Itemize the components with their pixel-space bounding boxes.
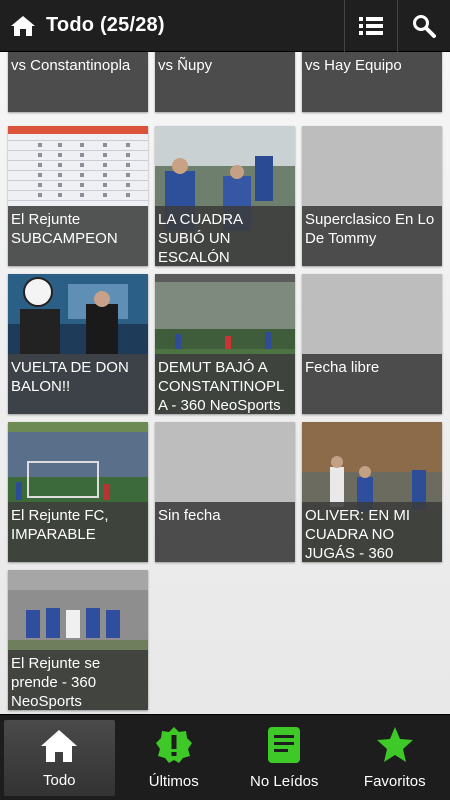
tab-label: Todo	[42, 771, 76, 789]
article-tile[interactable]: Superclasico En Lo De Tommy	[302, 126, 442, 266]
article-tile[interactable]: LA CUADRA SUBIÓ UN ESCALÓN	[155, 126, 295, 266]
list-view-button[interactable]	[344, 0, 397, 52]
article-title: OLIVER: EN MI CUADRA NO JUGÁS - 360	[302, 502, 442, 562]
article-title: LA CUADRA SUBIÓ UN ESCALÓN	[155, 206, 295, 266]
tab-favoritos[interactable]: Favoritos	[340, 715, 450, 800]
article-tile[interactable]: vs Ñupy	[155, 52, 295, 112]
bottom-tab-bar: Todo Últimos No Leídos Favoritos	[0, 714, 450, 800]
article-title: vs Hay Equipo	[302, 52, 442, 112]
tab-no-leidos[interactable]: No Leídos	[229, 715, 340, 800]
article-tile[interactable]: El Rejunte SUBCAMPEON	[8, 126, 148, 266]
article-title: El Rejunte FC, IMPARABLE	[8, 502, 148, 562]
document-icon	[268, 727, 301, 763]
article-title: vs Constantinopla	[8, 52, 148, 112]
article-title: DEMUT BAJÓ A CONSTANTINOPLA - 360 NeoSpo…	[155, 354, 295, 414]
home-button[interactable]	[0, 0, 46, 52]
tab-todo[interactable]: Todo	[4, 720, 115, 796]
article-tile[interactable]: vs Hay Equipo	[302, 52, 442, 112]
article-title: vs Ñupy	[155, 52, 295, 112]
article-tile[interactable]: DEMUT BAJÓ A CONSTANTINOPLA - 360 NeoSpo…	[155, 274, 295, 414]
article-grid: vs Constantinopla vs Ñupy vs Hay Equipo	[0, 52, 450, 714]
tab-ultimos[interactable]: Últimos	[119, 715, 230, 800]
article-title: Fecha libre	[302, 354, 442, 414]
tab-label: Últimos	[148, 773, 199, 790]
article-tile[interactable]: Sin fecha	[155, 422, 295, 562]
article-tile[interactable]: El Rejunte se prende - 360 NeoSports	[8, 570, 148, 710]
search-icon	[413, 14, 436, 38]
article-title: El Rejunte SUBCAMPEON	[8, 206, 148, 266]
home-icon	[41, 729, 78, 762]
page-title: Todo (25/28)	[46, 14, 165, 36]
tab-label: Favoritos	[363, 773, 426, 790]
alert-badge-icon	[155, 727, 192, 763]
article-tile[interactable]: vs Constantinopla	[8, 52, 148, 112]
article-title: Sin fecha	[155, 502, 295, 562]
article-title: VUELTA DE DON BALON!!	[8, 354, 148, 414]
article-tile[interactable]: OLIVER: EN MI CUADRA NO JUGÁS - 360	[302, 422, 442, 562]
action-bar: Todo (25/28)	[0, 0, 450, 52]
article-tile[interactable]: Fecha libre	[302, 274, 442, 414]
star-icon	[376, 727, 413, 762]
home-icon	[11, 15, 35, 36]
article-tile[interactable]: VUELTA DE DON BALON!!	[8, 274, 148, 414]
tab-label: No Leídos	[250, 773, 319, 790]
list-icon	[359, 16, 383, 35]
search-button[interactable]	[397, 0, 450, 52]
article-title: El Rejunte se prende - 360 NeoSports	[8, 650, 148, 710]
article-title: Superclasico En Lo De Tommy	[302, 206, 442, 266]
article-tile[interactable]: El Rejunte FC, IMPARABLE	[8, 422, 148, 562]
